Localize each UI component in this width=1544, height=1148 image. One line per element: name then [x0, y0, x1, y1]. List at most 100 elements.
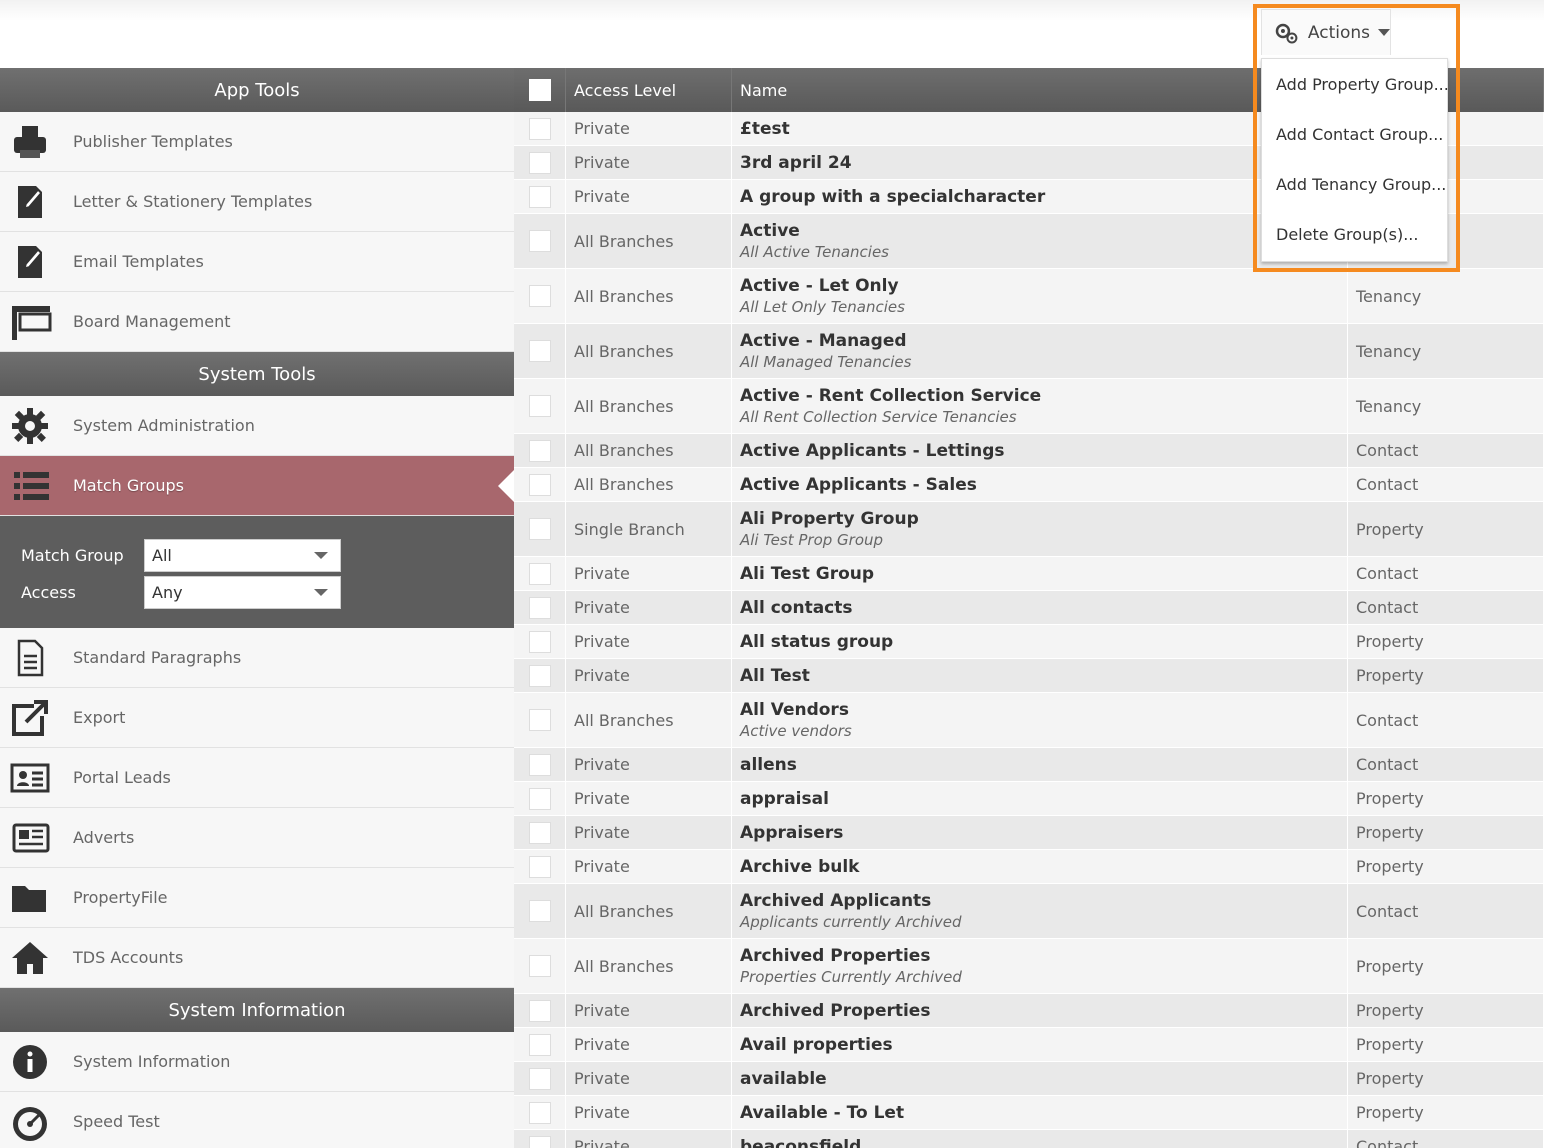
row-checkbox[interactable]	[528, 596, 551, 619]
table-row[interactable]: Private Avail properties Property	[514, 1028, 1544, 1062]
table-row[interactable]: Private Appraisers Property	[514, 816, 1544, 850]
access-level-cell: All Branches	[566, 214, 732, 268]
table-row[interactable]: Private Ali Test Group Contact	[514, 557, 1544, 591]
group-name: Active - Rent Collection Service	[740, 386, 1042, 406]
sidebar-item-propertyfile[interactable]: PropertyFile	[0, 868, 514, 928]
access-level-cell: Private	[566, 591, 732, 624]
row-checkbox[interactable]	[528, 340, 551, 362]
sidebar-item-system-administration[interactable]: System Administration	[0, 396, 514, 456]
row-checkbox[interactable]	[528, 117, 551, 140]
access-level-cell: Private	[566, 850, 732, 883]
menu-item-add-property-group[interactable]: Add Property Group...	[1262, 59, 1449, 109]
access-select[interactable]: Any	[144, 576, 341, 609]
table-row[interactable]: All Branches All Vendors Active vendors Con…	[514, 693, 1544, 748]
row-checkbox[interactable]	[528, 285, 551, 307]
row-checkbox[interactable]	[528, 709, 551, 731]
sidebar-item-export[interactable]: Export	[0, 688, 514, 748]
sidebar-item-email-templates[interactable]: Email Templates	[0, 232, 514, 292]
actions-button[interactable]: Actions	[1261, 9, 1391, 55]
access-value: Any	[152, 583, 183, 602]
menu-item-add-tenancy-group[interactable]: Add Tenancy Group...	[1262, 159, 1447, 209]
row-checkbox[interactable]	[528, 473, 551, 496]
name-cell: Active - Rent Collection Service All Rent…	[732, 379, 1348, 433]
row-checkbox[interactable]	[528, 395, 551, 417]
sidebar-item-system-information[interactable]: System Information	[0, 1032, 514, 1092]
table-row[interactable]: Single Branch Ali Property Group Ali Test …	[514, 502, 1544, 557]
group-type-cell: Contact	[1348, 693, 1544, 747]
group-name: Appraisers	[740, 822, 844, 843]
group-name: Active - Let Only	[740, 276, 899, 296]
row-checkbox[interactable]	[528, 230, 551, 252]
sidebar-item-letter-stationery-templates[interactable]: Letter & Stationery Templates	[0, 172, 514, 232]
name-cell: available	[732, 1062, 1348, 1095]
table-row[interactable]: Private available Property	[514, 1062, 1544, 1096]
sidebar-item-tds-accounts[interactable]: TDS Accounts	[0, 928, 514, 988]
row-checkbox-cell	[514, 659, 566, 692]
sidebar-item-label: Speed Test	[73, 1112, 160, 1131]
row-checkbox[interactable]	[528, 821, 551, 844]
row-checkbox[interactable]	[528, 562, 551, 585]
sidebar-item-board-management[interactable]: Board Management	[0, 292, 514, 352]
table-row[interactable]: All Branches Active - Let Only All Let Onl…	[514, 269, 1544, 324]
row-checkbox[interactable]	[528, 630, 551, 653]
row-checkbox-cell	[514, 269, 566, 323]
row-checkbox[interactable]	[528, 999, 551, 1022]
sidebar-item-speed-test[interactable]: Speed Test	[0, 1092, 514, 1148]
sidebar-item-adverts[interactable]: Adverts	[0, 808, 514, 868]
sidebar-item-match-groups[interactable]: Match Groups	[0, 456, 514, 516]
menu-item-delete-groups[interactable]: Delete Group(s)...	[1262, 209, 1447, 259]
row-checkbox[interactable]	[528, 753, 551, 776]
row-checkbox[interactable]	[528, 787, 551, 810]
row-checkbox[interactable]	[528, 151, 551, 174]
column-header-name[interactable]: Name	[732, 68, 1348, 112]
group-type-cell: Property	[1348, 625, 1544, 658]
table-row[interactable]: All Branches Active - Rent Collection Ser…	[514, 379, 1544, 434]
row-checkbox[interactable]	[528, 1101, 551, 1124]
access-level-cell: Private	[566, 112, 732, 145]
sidebar-item-publisher-templates[interactable]: Publisher Templates	[0, 112, 514, 172]
row-checkbox[interactable]	[528, 900, 551, 922]
row-checkbox[interactable]	[528, 185, 551, 208]
match-group-select[interactable]: All	[144, 539, 341, 572]
row-checkbox[interactable]	[528, 664, 551, 687]
section-header-system-tools: System Tools	[0, 352, 514, 396]
table-row[interactable]: All Branches Archived Applicants Applicant…	[514, 884, 1544, 939]
table-row[interactable]: All Branches Active Applicants - Sales Con…	[514, 468, 1544, 502]
row-checkbox[interactable]	[528, 1135, 551, 1148]
table-body: Private £test Private 3rd april 24 Private A …	[514, 112, 1544, 1148]
column-header-access-level[interactable]: Access Level	[566, 68, 732, 112]
table-row[interactable]: All Branches Archived Properties Propertie…	[514, 939, 1544, 994]
row-checkbox[interactable]	[528, 1067, 551, 1090]
row-checkbox-cell	[514, 816, 566, 849]
row-checkbox[interactable]	[528, 1033, 551, 1056]
group-type-cell: Property	[1348, 1062, 1544, 1095]
table-row[interactable]: Private Archived Properties Property	[514, 994, 1544, 1028]
table-row[interactable]: Private allens Contact	[514, 748, 1544, 782]
group-name: Archived Properties	[740, 1000, 931, 1021]
sidebar-item-label: TDS Accounts	[73, 948, 184, 967]
table-row[interactable]: Private Available - To Let Property	[514, 1096, 1544, 1130]
table-row[interactable]: All Branches Active Applicants - Lettings…	[514, 434, 1544, 468]
sidebar-item-portal-leads[interactable]: Portal Leads	[0, 748, 514, 808]
table-row[interactable]: Private All status group Property	[514, 625, 1544, 659]
select-all-checkbox[interactable]	[528, 79, 551, 101]
group-name: Active Applicants - Lettings	[740, 440, 1005, 461]
list-icon	[0, 456, 60, 516]
table-row[interactable]: Private Archive bulk Property	[514, 850, 1544, 884]
row-checkbox[interactable]	[528, 855, 551, 878]
row-checkbox[interactable]	[528, 955, 551, 977]
row-checkbox[interactable]	[528, 518, 551, 540]
table-row[interactable]: Private appraisal Property	[514, 782, 1544, 816]
table-row[interactable]: Private beaconsfield Contact	[514, 1130, 1544, 1148]
sidebar-item-label: Match Groups	[73, 476, 184, 495]
paragraph-icon	[0, 628, 60, 688]
actions-menu: Add Property Group... Add Contact Group.…	[1261, 58, 1449, 262]
table-row[interactable]: Private All Test Property	[514, 659, 1544, 693]
table-row[interactable]: All Branches Active - Managed All Managed …	[514, 324, 1544, 379]
group-type-cell: Property	[1348, 994, 1544, 1027]
row-checkbox[interactable]	[528, 439, 551, 462]
sidebar-item-standard-paragraphs[interactable]: Standard Paragraphs	[0, 628, 514, 688]
menu-item-add-contact-group[interactable]: Add Contact Group...	[1262, 109, 1447, 159]
table-row[interactable]: Private All contacts Contact	[514, 591, 1544, 625]
access-level-cell: All Branches	[566, 434, 732, 467]
